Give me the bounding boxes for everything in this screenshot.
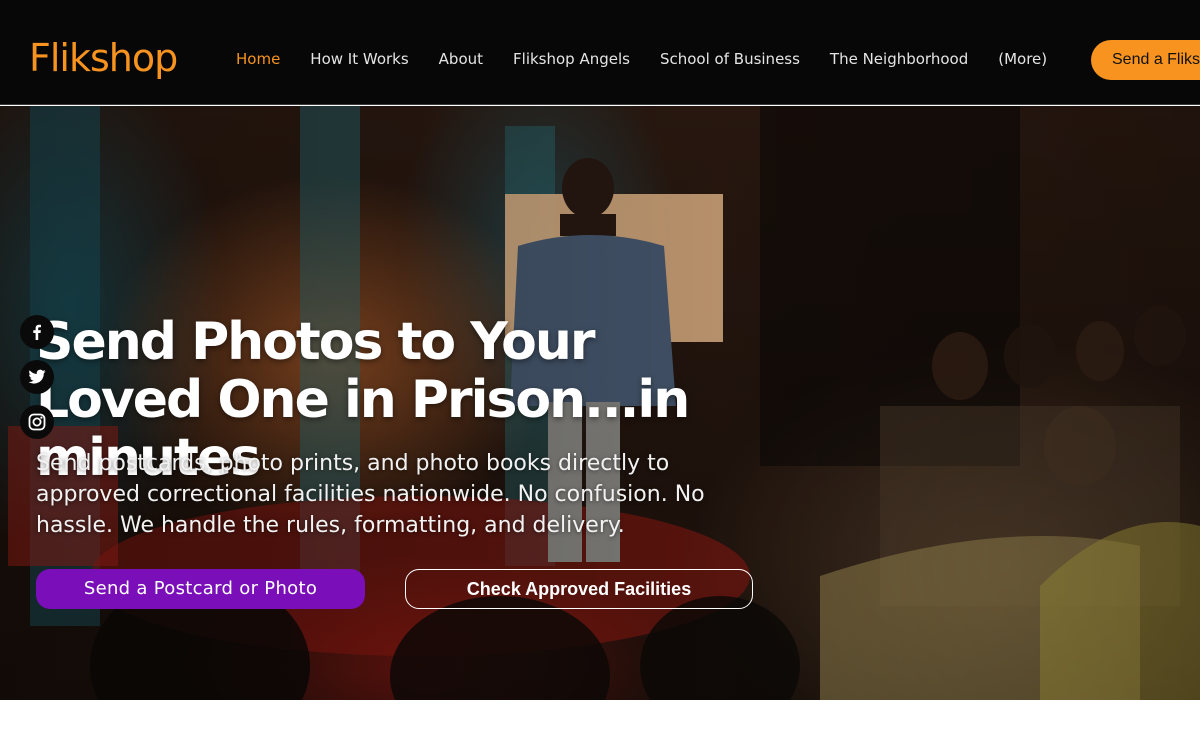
nav-item-about[interactable]: About	[439, 48, 483, 70]
nav-item-the-neighborhood[interactable]: The Neighborhood	[830, 48, 968, 70]
main-nav: Home How It Works About Flikshop Angels …	[236, 48, 1077, 70]
send-postcard-button[interactable]: Send a Postcard or Photo	[36, 569, 365, 609]
check-facilities-button[interactable]: Check Approved Facilities	[405, 569, 753, 609]
nav-item-home[interactable]: Home	[236, 48, 280, 70]
hero-section: Send Photos to Your Loved One in Prison.…	[0, 106, 1200, 700]
nav-item-how-it-works[interactable]: How It Works	[310, 48, 408, 70]
send-flikshop-button[interactable]: Send a Flikshop	[1091, 40, 1200, 80]
nav-item-more[interactable]: (More)	[998, 48, 1047, 70]
facebook-icon[interactable]	[20, 315, 54, 349]
nav-item-flikshop-angels[interactable]: Flikshop Angels	[513, 48, 630, 70]
instagram-icon[interactable]	[20, 405, 54, 439]
social-bar	[20, 315, 55, 450]
nav-item-school-of-business[interactable]: School of Business	[660, 48, 800, 70]
flikshop-logo[interactable]: Flikshop	[29, 34, 178, 82]
twitter-icon[interactable]	[20, 360, 54, 394]
page-content-start	[0, 700, 1200, 750]
hero-subtext: Send postcards, photo prints, and photo …	[36, 451, 705, 538]
site-header: Flikshop Home How It Works About Fliksho…	[0, 0, 1200, 105]
